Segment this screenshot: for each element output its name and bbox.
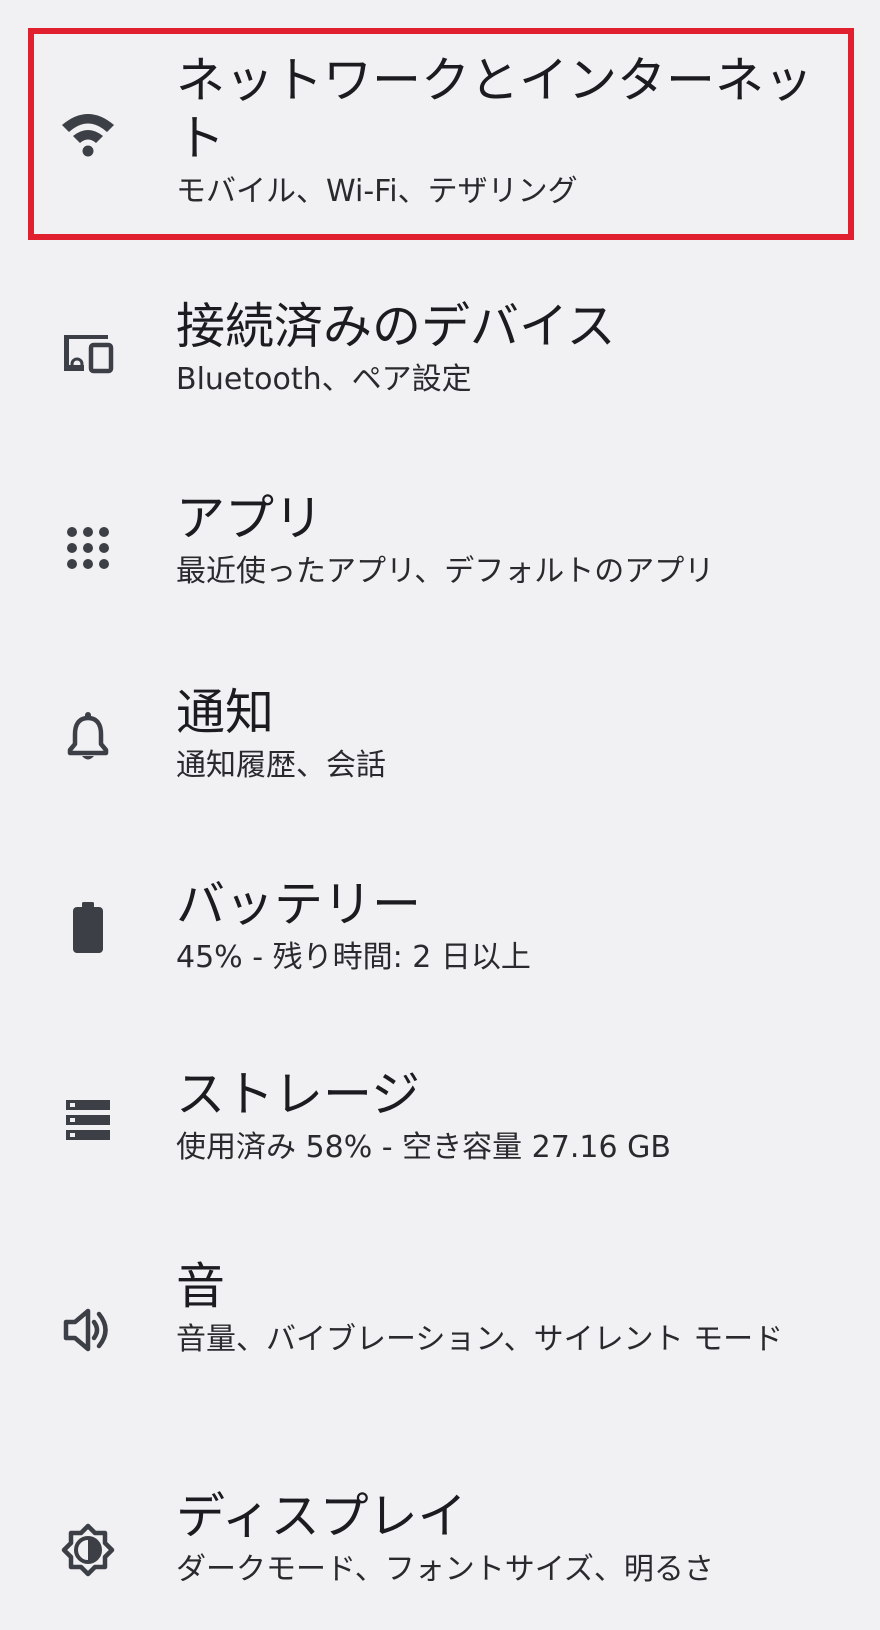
settings-list: ネットワークとインターネット モバイル、Wi-Fi、テザリング 接続済みのデバイ… xyxy=(0,0,880,1630)
settings-item-title: アプリ xyxy=(176,490,324,547)
settings-item-title: 接続済みのデバイス xyxy=(176,298,616,355)
settings-item-title: ディスプレイ xyxy=(176,1488,467,1545)
settings-item-title: 通知 xyxy=(176,684,275,741)
settings-item-title: 音 xyxy=(176,1258,226,1315)
speaker-icon xyxy=(50,1292,126,1368)
settings-item-notifications[interactable]: 通知 通知履歴、会話 xyxy=(0,676,880,816)
settings-item-storage[interactable]: ストレージ 使用済み 58% - 空き容量 27.16 GB xyxy=(0,1056,880,1196)
storage-icon xyxy=(50,1082,126,1158)
settings-item-subtitle: 45% - 残り時間: 2 日以上 xyxy=(176,940,531,975)
settings-item-subtitle: 最近使ったアプリ、デフォルトのアプリ xyxy=(176,554,715,589)
bell-icon xyxy=(50,698,126,774)
connected-devices-icon xyxy=(50,314,126,390)
settings-item-subtitle: モバイル、Wi-Fi、テザリング xyxy=(176,174,578,209)
settings-item-sound[interactable]: 音 音量、バイブレーション、サイレント モード xyxy=(0,1248,880,1428)
settings-item-subtitle: 通知履歴、会話 xyxy=(176,748,386,783)
brightness-icon xyxy=(50,1512,126,1588)
settings-item-network[interactable]: ネットワークとインターネット モバイル、Wi-Fi、テザリング xyxy=(0,40,880,240)
settings-item-apps[interactable]: アプリ 最近使ったアプリ、デフォルトのアプリ xyxy=(0,482,880,622)
settings-item-title: ストレージ xyxy=(176,1066,421,1123)
settings-item-subtitle: ダークモード、フォントサイズ、明るさ xyxy=(176,1552,714,1587)
settings-item-subtitle: 使用済み 58% - 空き容量 27.16 GB xyxy=(176,1130,671,1165)
apps-grid-icon xyxy=(50,510,126,586)
battery-icon xyxy=(50,890,126,966)
settings-item-subtitle: 音量、バイブレーション、サイレント モード xyxy=(176,1322,784,1357)
settings-item-devices[interactable]: 接続済みのデバイス Bluetooth、ペア設定 xyxy=(0,290,880,430)
settings-item-display[interactable]: ディスプレイ ダークモード、フォントサイズ、明るさ xyxy=(0,1480,880,1630)
settings-item-battery[interactable]: バッテリー 45% - 残り時間: 2 日以上 xyxy=(0,866,880,1006)
wifi-icon xyxy=(50,96,126,172)
settings-item-title: ネットワークとインターネット xyxy=(176,52,814,167)
settings-item-title: バッテリー xyxy=(176,876,422,933)
settings-item-subtitle: Bluetooth、ペア設定 xyxy=(176,362,472,397)
